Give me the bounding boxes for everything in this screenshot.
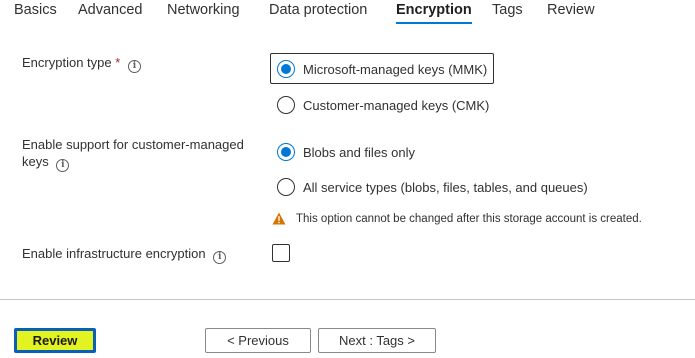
infrastructure-encryption-label: Enable infrastructure encryption i	[22, 245, 227, 264]
infrastructure-encryption-checkbox[interactable]	[272, 244, 290, 262]
warning-icon	[272, 212, 286, 225]
warning-text: This option cannot be changed after this…	[296, 212, 642, 225]
review-button[interactable]: Review	[14, 328, 96, 353]
infrastructure-encryption-label-text: Enable infrastructure encryption	[22, 246, 206, 261]
radio-option-cmk[interactable]: Customer-managed keys (CMK)	[277, 93, 489, 117]
warning-message: This option cannot be changed after this…	[272, 212, 642, 225]
cmk-support-label-line2: keys	[22, 154, 49, 169]
tab-bar: Basics Advanced Networking Data protecti…	[0, 0, 695, 26]
tab-networking[interactable]: Networking	[167, 1, 240, 25]
radio-all-services[interactable]	[277, 178, 295, 196]
radio-all-services-label: All service types (blobs, files, tables,…	[303, 179, 588, 195]
radio-mmk-label: Microsoft-managed keys (MMK)	[303, 61, 488, 77]
cmk-support-label: Enable support for customer-managed keys…	[22, 136, 244, 172]
info-icon[interactable]: i	[213, 251, 227, 264]
info-icon[interactable]: i	[127, 60, 141, 73]
radio-mmk[interactable]	[277, 60, 295, 78]
radio-option-blobs-files[interactable]: Blobs and files only	[277, 140, 415, 164]
radio-option-mmk[interactable]: Microsoft-managed keys (MMK)	[277, 57, 487, 81]
info-icon[interactable]: i	[56, 159, 70, 172]
radio-cmk[interactable]	[277, 96, 295, 114]
previous-button[interactable]: < Previous	[205, 328, 311, 353]
next-button[interactable]: Next : Tags >	[318, 328, 436, 353]
radio-blobs-files-label: Blobs and files only	[303, 144, 416, 160]
footer-divider	[0, 299, 695, 300]
tab-basics[interactable]: Basics	[14, 1, 57, 25]
radio-option-all-services[interactable]: All service types (blobs, files, tables,…	[277, 175, 588, 199]
required-mark: *	[115, 55, 121, 70]
tab-review[interactable]: Review	[547, 1, 595, 25]
tab-encryption[interactable]: Encryption	[396, 1, 472, 25]
tab-advanced[interactable]: Advanced	[78, 1, 143, 25]
encryption-type-label-text: Encryption type	[22, 55, 112, 70]
tab-tags[interactable]: Tags	[492, 1, 523, 25]
cmk-support-label-line2-wrap: keys i	[22, 153, 244, 172]
tab-data-protection[interactable]: Data protection	[269, 1, 367, 25]
radio-cmk-label: Customer-managed keys (CMK)	[303, 97, 490, 113]
encryption-type-label: Encryption type * i	[22, 54, 141, 73]
radio-blobs-files[interactable]	[277, 143, 295, 161]
cmk-support-label-line1: Enable support for customer-managed	[22, 137, 244, 152]
